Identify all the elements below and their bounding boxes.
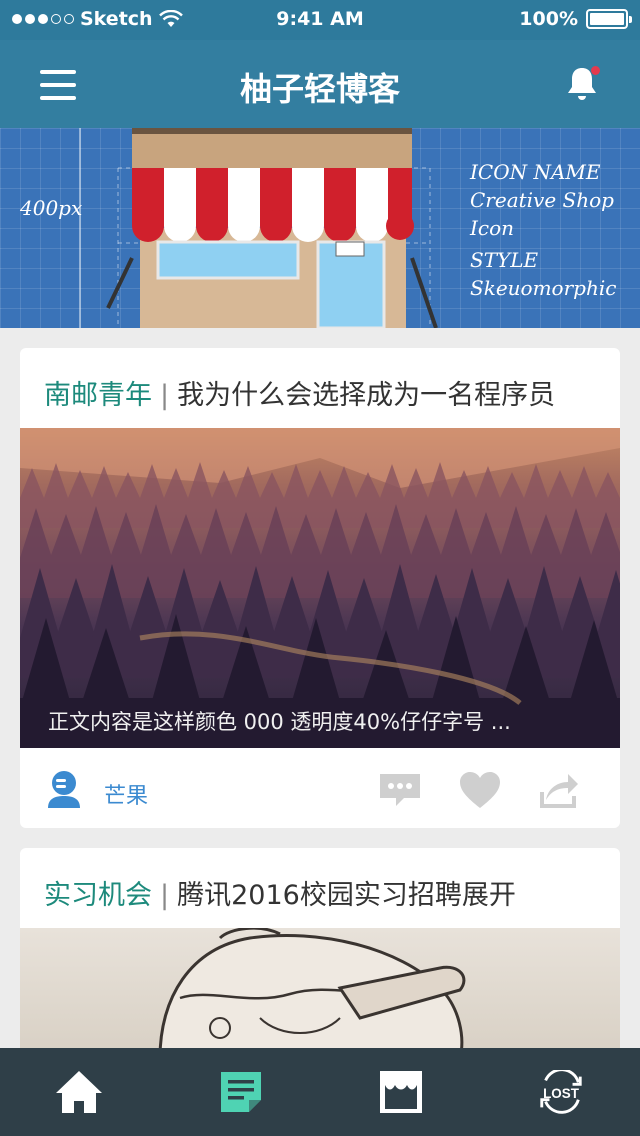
- lost-icon[interactable]: LOST: [536, 1068, 586, 1116]
- battery-group: 100%: [519, 8, 632, 30]
- icon-name-value: Creative Shop Icon: [470, 188, 614, 240]
- bell-icon[interactable]: [564, 64, 600, 104]
- icon-name-label: ICON NAME: [470, 160, 601, 184]
- navigation-bar: 柚子轻博客: [0, 40, 640, 128]
- notification-dot: [591, 66, 600, 75]
- forest-illustration: [20, 428, 620, 748]
- card-cover-image[interactable]: 正文内容是这样颜色 000 透明度40%仔仔字号 ...: [20, 428, 620, 748]
- comment-icon[interactable]: [378, 770, 422, 810]
- share-icon[interactable]: [536, 770, 580, 810]
- battery-percent: 100%: [519, 8, 578, 30]
- feed-card[interactable]: 南邮青年 | 我为什么会选择成为一名程序员 正文内容是这样颜色 000 透明度4…: [20, 348, 620, 828]
- card-category[interactable]: 南邮青年: [44, 380, 152, 411]
- card-headline[interactable]: 腾讯2016校园实习招聘展开: [177, 880, 516, 911]
- feed-card[interactable]: 实习机会 | 腾讯2016校园实习招聘展开: [20, 848, 620, 1058]
- card-title[interactable]: 南邮青年 | 我为什么会选择成为一名程序员: [44, 373, 555, 412]
- shop-icon[interactable]: [376, 1068, 426, 1116]
- card-excerpt: 正文内容是这样颜色 000 透明度40%仔仔字号 ...: [48, 710, 511, 734]
- author-name[interactable]: 芒果: [104, 778, 148, 810]
- banner-icon-name: ICON NAME Creative Shop Icon: [470, 158, 640, 242]
- sketch-illustration: [158, 928, 466, 1058]
- author-avatar-icon[interactable]: [46, 770, 82, 808]
- banner-size-label: 400px: [20, 196, 83, 220]
- style-value: Skeuomorphic: [470, 276, 617, 300]
- banner-style: STYLE Skeuomorphic: [470, 246, 616, 302]
- style-label: STYLE: [470, 248, 539, 272]
- card-headline[interactable]: 我为什么会选择成为一名程序员: [177, 380, 555, 411]
- lost-label: LOST: [543, 1086, 580, 1101]
- heart-icon[interactable]: [458, 770, 502, 810]
- title-separator: |: [160, 380, 170, 411]
- title-separator: |: [160, 880, 170, 911]
- banner[interactable]: 400px ICON NAME Creative Shop Icon STYLE…: [0, 128, 640, 328]
- app-title: 柚子轻博客: [239, 70, 400, 108]
- card-category[interactable]: 实习机会: [44, 880, 152, 911]
- card-footer: 芒果: [20, 748, 620, 828]
- card-cover-image[interactable]: [20, 928, 620, 1058]
- home-icon[interactable]: [54, 1068, 104, 1116]
- card-title[interactable]: 实习机会 | 腾讯2016校园实习招聘展开: [44, 873, 516, 912]
- article-icon[interactable]: [216, 1068, 266, 1116]
- bottom-tab-bar: LOST: [0, 1048, 640, 1136]
- battery-icon: [586, 9, 632, 29]
- status-bar: Sketch 9:41 AM 100%: [0, 0, 640, 40]
